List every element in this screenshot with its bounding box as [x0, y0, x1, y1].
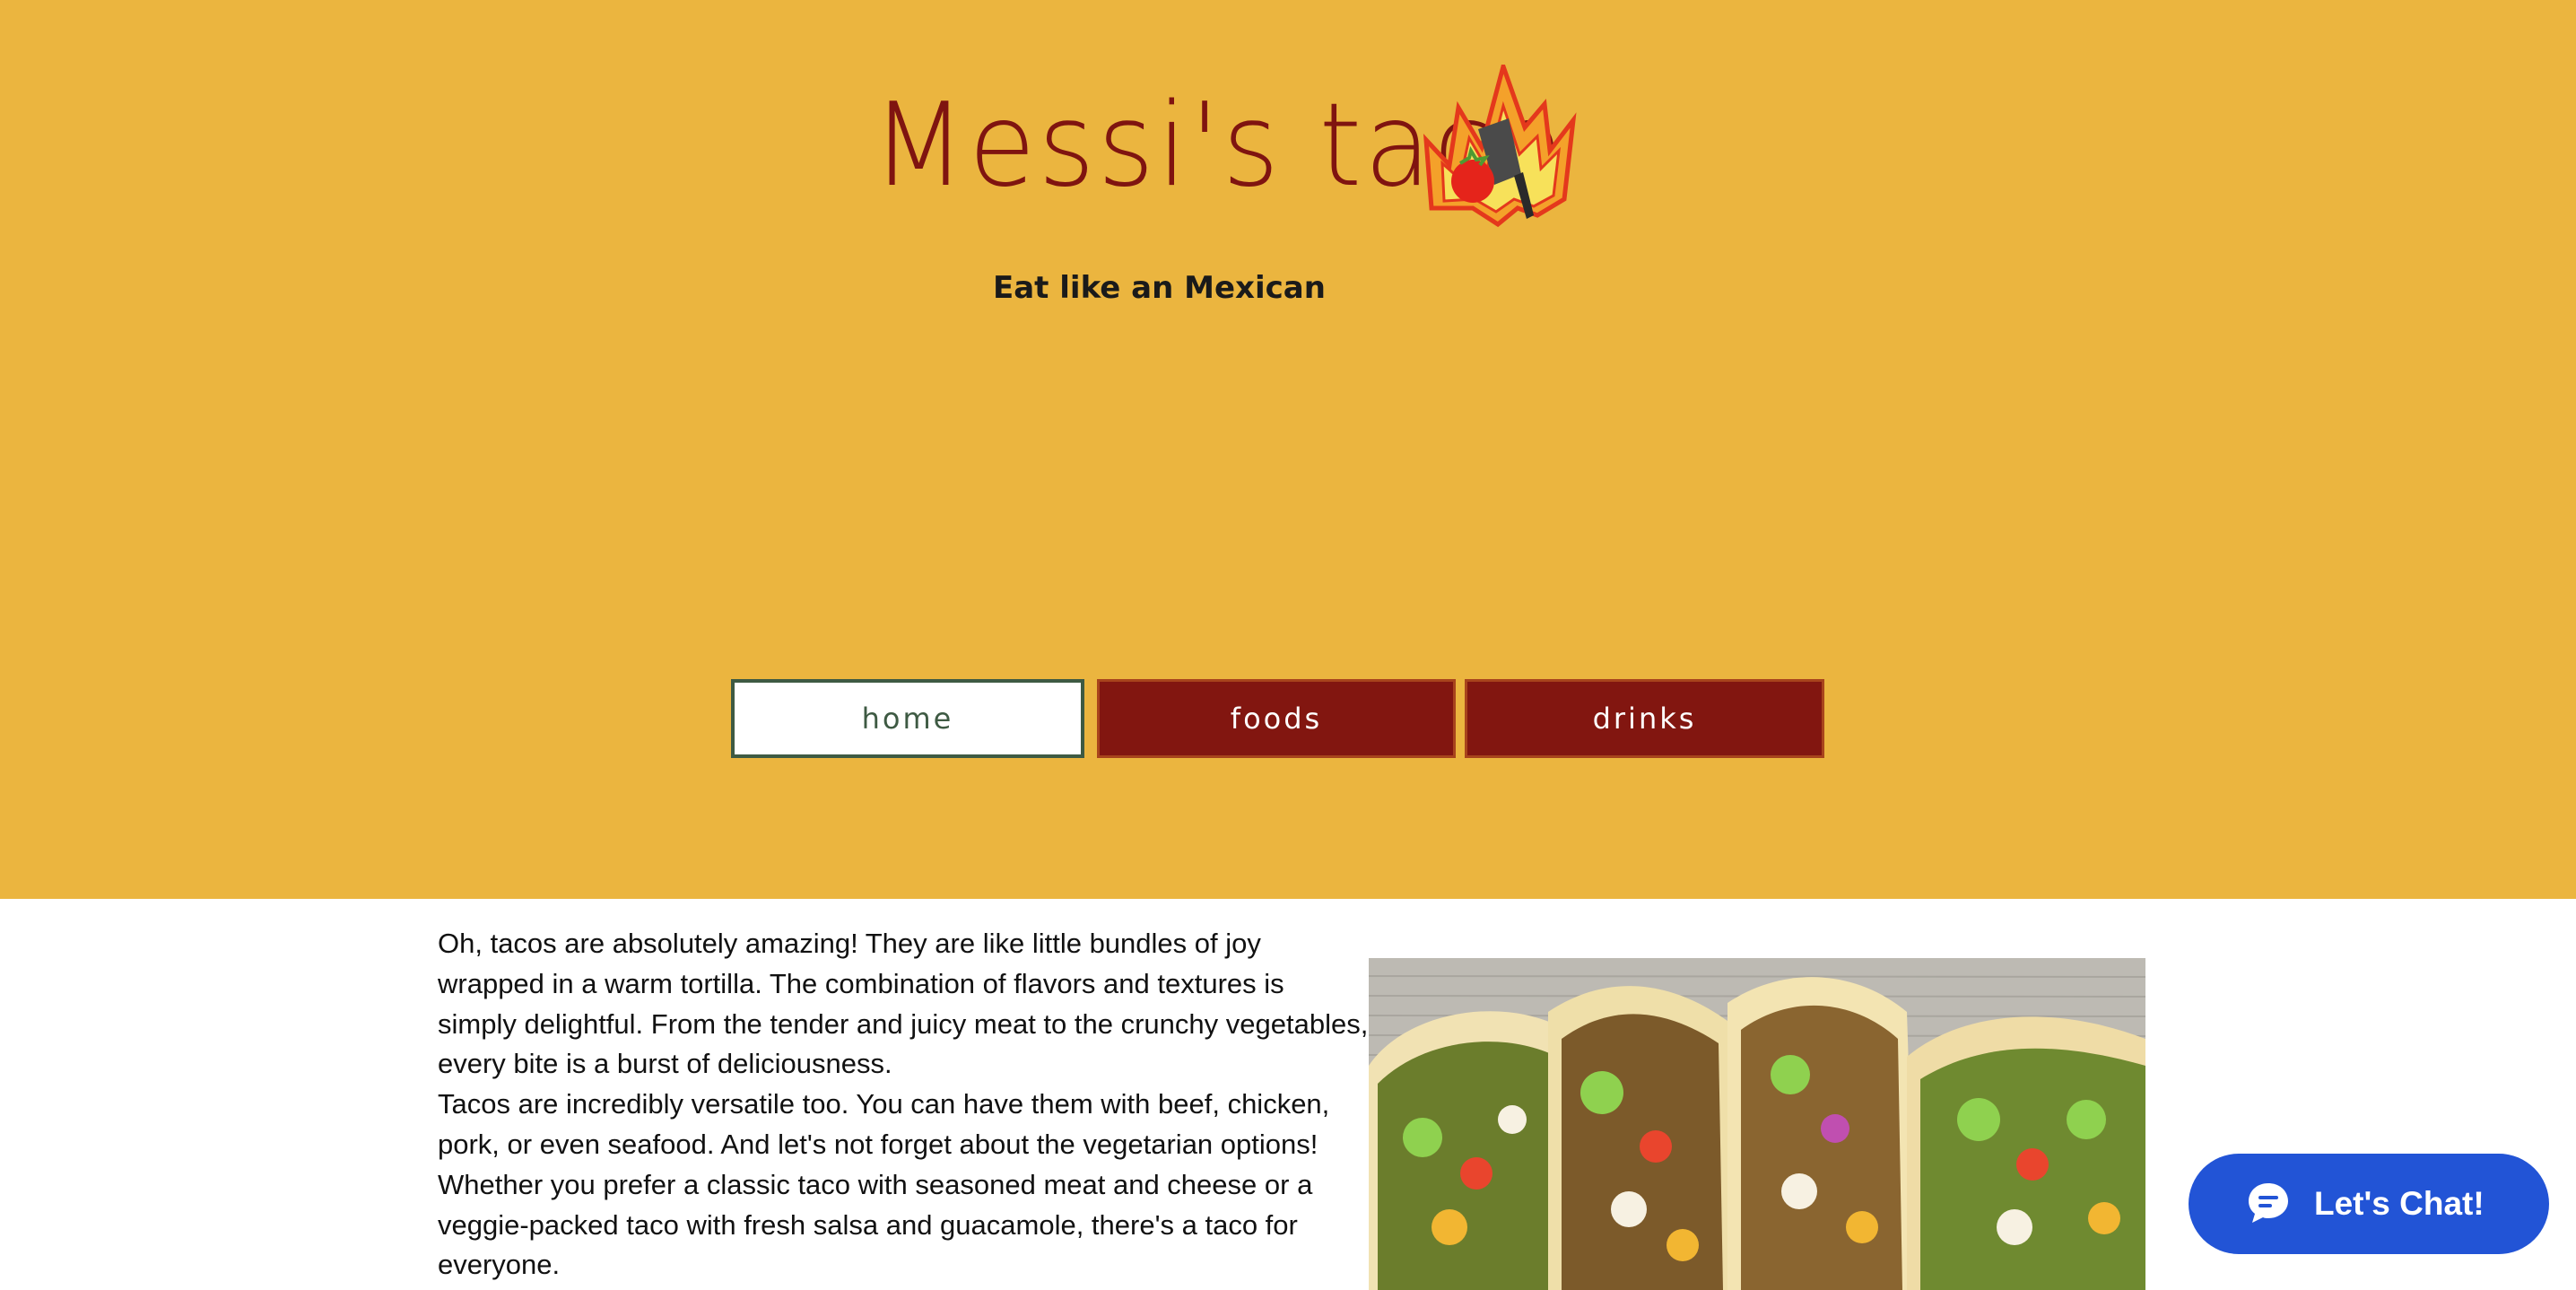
nav-foods[interactable]: foods [1097, 679, 1456, 758]
intro-paragraph-1: Oh, tacos are absolutely amazing! They a… [438, 928, 1369, 1080]
main-nav: home foods drinks [731, 679, 1824, 758]
intro-text: Oh, tacos are absolutely amazing! They a… [438, 924, 1371, 1286]
nav-home[interactable]: home [731, 679, 1084, 758]
tacos-photo [1369, 958, 2145, 1290]
chat-bubble-icon [2249, 1183, 2288, 1223]
flaming-taco-logo-icon[interactable] [1419, 65, 1577, 231]
tacos-photo-illustration [1369, 958, 2145, 1290]
nav-drinks[interactable]: drinks [1465, 679, 1824, 758]
intro-paragraph-2: Tacos are incredibly versatile too. You … [438, 1088, 1330, 1281]
chat-button[interactable]: Let's Chat! [2189, 1154, 2549, 1254]
site-header: Messi's taco Eat like an Mexican home fo… [0, 0, 2576, 899]
tagline: Eat like an Mexican [993, 270, 1326, 306]
chat-button-label: Let's Chat! [2314, 1185, 2485, 1222]
